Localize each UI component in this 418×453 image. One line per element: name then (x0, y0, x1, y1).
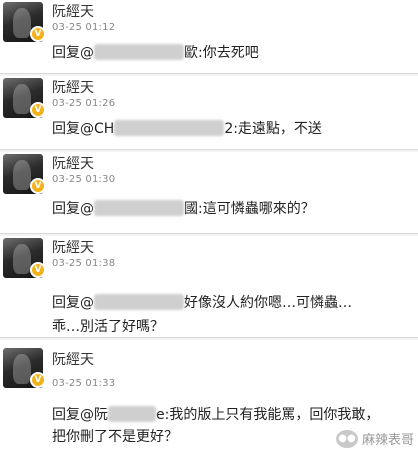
reply-prefix: 回复@阮 (52, 407, 108, 423)
verified-badge-icon: V (30, 178, 46, 194)
verified-badge-icon: V (30, 26, 46, 42)
comment-time: 03-25 01:30 (52, 174, 116, 185)
comment-item: V 阮經天 03-25 01:26 回复@CH 2:走遠點，不送 (0, 76, 418, 150)
comment-time: 03-25 01:26 (52, 98, 116, 109)
commenter-name[interactable]: 阮經天 (52, 77, 94, 97)
reply-prefix: 回复@CH (52, 121, 115, 137)
reply-prefix: 回复@ (52, 45, 94, 61)
verified-badge-icon: V (30, 102, 46, 118)
comment-item: V 阮經天 03-25 01:38 回复@ 好像沒人約你嗯…可憐蟲… 乖…別活了好… (0, 236, 418, 338)
watermark-text: 麻辣表哥 (361, 433, 414, 448)
verified-badge-icon: V (30, 372, 46, 388)
redacted-username (94, 44, 184, 60)
comment-text-line2: 乖…別活了好嗎？ (52, 319, 164, 335)
comment-text: 回复@CH 2:走遠點，不送 (52, 118, 322, 138)
commenter-name[interactable]: 阮經天 (52, 1, 94, 21)
comment-time: 03-25 01:38 (52, 258, 116, 269)
comment-text: 回复@阮 e:我的版上只有我能罵，回你我敢， (52, 404, 379, 424)
commenter-name[interactable]: 阮經天 (52, 349, 94, 369)
comment-item: V 阮經天 03-25 01:33 回复@阮 e:我的版上只有我能罵，回你我敢， … (0, 340, 418, 453)
comment-text-line2: 把你刪了不是更好？ (52, 429, 178, 445)
reply-prefix: 回复@ (52, 295, 94, 311)
verified-badge-icon: V (30, 262, 46, 278)
reply-suffix: e:我的版上只有我能罵，回你我敢， (156, 407, 380, 423)
reply-prefix: 回复@ (52, 201, 94, 217)
comment-text: 回复@ 歐:你去死吧 (52, 42, 259, 62)
reply-suffix: 2:走遠點，不送 (224, 121, 322, 137)
redacted-username (108, 406, 156, 422)
redacted-username (94, 200, 184, 216)
reply-suffix: 歐:你去死吧 (184, 45, 259, 61)
comment-text: 回复@ 國:這可憐蟲哪來的？ (52, 198, 315, 218)
wechat-icon: ●● (335, 429, 358, 448)
reply-suffix: 好像沒人約你嗯…可憐蟲… (184, 295, 352, 311)
redacted-username (94, 294, 184, 310)
comment-time: 03-25 01:12 (52, 22, 116, 33)
comment-time: 03-25 01:33 (52, 378, 116, 389)
commenter-name[interactable]: 阮經天 (52, 153, 94, 173)
comment-text: 回复@ 好像沒人約你嗯…可憐蟲… (52, 292, 352, 312)
reply-suffix: 國:這可憐蟲哪來的？ (184, 201, 315, 217)
redacted-username (114, 120, 225, 136)
comment-item: V 阮經天 03-25 01:12 回复@ 歐:你去死吧 (0, 0, 418, 74)
watermark: ●● 麻辣表哥 (335, 429, 414, 448)
commenter-name[interactable]: 阮經天 (52, 237, 94, 257)
comment-item: V 阮經天 03-25 01:30 回复@ 國:這可憐蟲哪來的？ (0, 152, 418, 234)
